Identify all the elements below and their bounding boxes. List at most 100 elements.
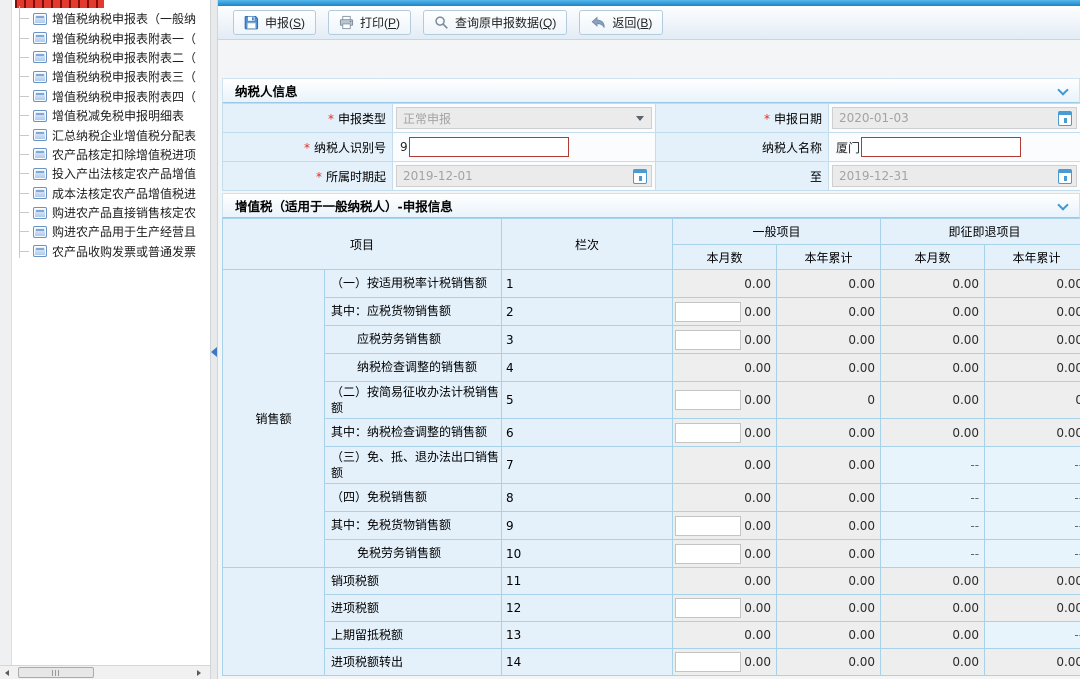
amount-cell: 0.00 [777,298,881,326]
panel-splitter[interactable] [210,0,218,679]
amount-cell: 0.00 [673,540,777,568]
vat-section-header: 增值税（适用于一般纳税人）-申报信息 [222,193,1080,218]
tree-item-vat-attach-4[interactable]: 增值税纳税申报表附表四（ [14,87,209,106]
amount-cell: -- [881,540,985,568]
form-row: *所属时期起 2019-12-01 至 2019-12-31 [223,162,1080,191]
right-arrow-icon [197,670,201,676]
amount-cell: -- [985,512,1080,540]
required-asterisk: * [304,141,310,155]
item-cell: （二）按简易征收办法计税销售额 [325,382,502,419]
amount-input[interactable] [675,652,741,672]
header-item: 项目 [223,219,502,270]
amount-cell: 0.00 [673,354,777,382]
taxpayer-id-input[interactable] [409,137,569,157]
tree-item-label: 投入产出法核定农产品增值 [52,165,196,182]
tree-item-vat-attach-3[interactable]: 增值税纳税申报表附表三（ [14,67,209,86]
required-asterisk: * [764,112,770,126]
item-cell: 纳税检查调整的销售额 [325,354,502,382]
scrollbar-thumb[interactable] [18,667,94,678]
selected-tree-item-clipped[interactable] [15,0,104,8]
amount-cell: 0.00 [985,649,1080,676]
taxpayer-id-label-cell: *纳税人识别号 [223,133,393,162]
tree-item-vat-reduction-detail[interactable]: 增值税减免税申报明细表 [14,106,209,125]
item-cell: 进项税额 [325,595,502,622]
calendar-icon[interactable] [1058,169,1072,184]
item-cell: 上期留抵税额 [325,622,502,649]
tree-item-vat-return-general[interactable]: 增值税纳税申报表（一般纳 [14,9,209,28]
tree-item-production-operation[interactable]: 购进农产品用于生产经营且 [14,222,209,241]
chevron-down-icon[interactable] [1057,199,1068,210]
back-arrow-icon [590,15,606,30]
form-icon [33,168,47,180]
tree-item-farm-product-deduction[interactable]: 农产品核定扣除增值税进项 [14,145,209,164]
required-asterisk: * [316,170,322,184]
amount-input[interactable] [675,302,741,322]
amount-cell: 0.00 [777,270,881,298]
tree-item-input-output-method[interactable]: 投入产出法核定农产品增值 [14,164,209,183]
amount-cell: 0 [777,382,881,419]
tree-item-vat-attach-1[interactable]: 增值税纳税申报表附表一（ [14,28,209,47]
header-year: 本年累计 [777,245,881,270]
amount-cell: 0.00 [673,419,777,447]
toolbar-gap [218,40,1080,78]
calendar-icon[interactable] [633,169,647,184]
tree-item-label: 增值税减免税申报明细表 [52,107,184,124]
taxpayer-name-input[interactable] [861,137,1021,157]
taxpayer-info-title: 纳税人信息 [223,81,298,100]
line-cell: 14 [502,649,673,676]
amount-cell: 0.00 [777,595,881,622]
tree-item-vat-attach-2[interactable]: 增值税纳税申报表附表二（ [14,48,209,67]
amount-input[interactable] [675,423,741,443]
line-cell: 3 [502,326,673,354]
amount-input[interactable] [675,598,741,618]
tree-item-label: 增值税纳税申报表附表一（ [52,30,196,47]
main-panel: 申报(S) 打印(P) 查询原申报数据(Q) 返回(B) 纳税人信息 *申报类型 [218,0,1080,679]
toolbar: 申报(S) 打印(P) 查询原申报数据(Q) 返回(B) [218,6,1080,40]
amount-input[interactable] [675,516,741,536]
amount-input[interactable] [675,544,741,564]
table-row: （四）免税销售额 8 0.00 0.00 -- -- [223,484,1080,512]
table-row: 应税劳务销售额 3 0.00 0.00 0.00 0.00 [223,326,1080,354]
amount-cell: 0.00 [881,354,985,382]
form-row: *申报类型 正常申报 *申报日期 2020-01-03 [223,104,1080,133]
tree-item-purchase-invoice[interactable]: 农产品收购发票或普通发票 [14,242,209,261]
table-row: 纳税检查调整的销售额 4 0.00 0.00 0.00 0.00 [223,354,1080,382]
line-cell: 2 [502,298,673,326]
collapse-sidebar-arrow-icon[interactable] [211,347,217,357]
vat-section-title: 增值税（适用于一般纳税人）-申报信息 [223,196,453,215]
print-button[interactable]: 打印(P) [328,10,411,35]
amount-cell: -- [881,484,985,512]
scroll-left-button[interactable] [0,667,14,679]
period-end-input[interactable]: 2019-12-31 [832,165,1077,187]
amount-input[interactable] [675,330,741,350]
tree-item-direct-sale[interactable]: 购进农产品直接销售核定农 [14,203,209,222]
calendar-icon[interactable] [1058,111,1072,126]
header-refund-items: 即征即退项目 [881,219,1080,245]
declare-type-select[interactable]: 正常申报 [396,107,652,129]
scroll-right-button[interactable] [192,667,206,679]
period-start-label-cell: *所属时期起 [223,162,393,191]
tree-item-cost-method[interactable]: 成本法核定农产品增值税进 [14,184,209,203]
tree-item-summary-allocation[interactable]: 汇总纳税企业增值税分配表 [14,125,209,144]
table-row: 免税劳务销售额 10 0.00 0.00 -- -- [223,540,1080,568]
taxpayer-id-prefix: 9 [400,140,408,154]
item-cell: 应税劳务销售额 [325,326,502,354]
amount-cell: 0.00 [777,512,881,540]
line-cell: 7 [502,447,673,484]
period-start-input[interactable]: 2019-12-01 [396,165,652,187]
back-button[interactable]: 返回(B) [579,10,663,35]
declare-date-label-cell: *申报日期 [656,104,829,133]
amount-cell: 0.00 [777,568,881,595]
declare-date-input[interactable]: 2020-01-03 [832,107,1077,129]
line-cell: 4 [502,354,673,382]
chevron-down-icon[interactable] [1057,84,1068,95]
amount-input[interactable] [675,390,741,410]
group-sales-amount: 销售额 [223,270,325,568]
table-row: 进项税额 12 0.00 0.00 0.00 0.00 [223,595,1080,622]
line-cell: 9 [502,512,673,540]
tree-item-label: 增值税纳税申报表附表二（ [52,49,196,66]
declare-button[interactable]: 申报(S) [233,10,316,35]
query-original-data-button[interactable]: 查询原申报数据(Q) [423,10,567,35]
amount-cell: 0.00 [673,298,777,326]
amount-cell: 0.00 [985,298,1080,326]
